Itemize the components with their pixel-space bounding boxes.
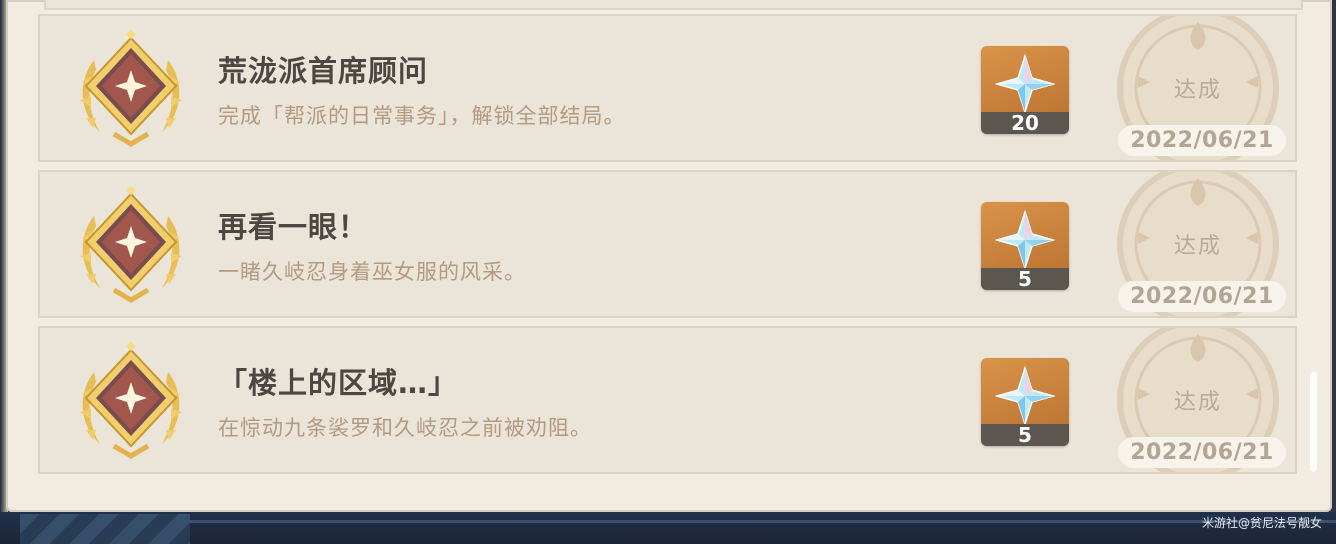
achievement-card[interactable]: 再看一眼！ 一睹久岐忍身着巫女服的风采。 5 达成 2022/06/21: [38, 170, 1297, 318]
status-label: 达成: [1173, 78, 1222, 103]
completion-date: 2022/06/21: [1118, 125, 1286, 156]
gold-laurel-medal-icon: [80, 342, 182, 459]
completion-date: 2022/06/21: [1118, 281, 1286, 312]
achievement-description: 一睹久岐忍身着巫女服的风采。: [218, 260, 526, 284]
achievement-card-partial: [44, 0, 1303, 10]
achievement-title: 「楼上的区域…」: [218, 366, 459, 400]
bottom-divider: [190, 520, 1336, 523]
bottom-decoration: [20, 514, 190, 544]
completion-date: 2022/06/21: [1118, 437, 1286, 468]
achievement-title: 荒泷派首席顾问: [218, 54, 429, 88]
status-label: 达成: [1173, 234, 1222, 259]
gold-laurel-medal-icon: [80, 30, 182, 147]
primogem-icon: [995, 54, 1055, 114]
watermark: 米游社@贫尼法号靓女: [1201, 516, 1322, 530]
status-label: 达成: [1173, 390, 1222, 415]
reward-item[interactable]: 20: [981, 46, 1069, 134]
reward-count: 5: [981, 424, 1069, 446]
achievement-description: 在惊动九条裟罗和久岐忍之前被劝阻。: [218, 416, 592, 440]
reward-count: 5: [981, 268, 1069, 290]
reward-item[interactable]: 5: [981, 358, 1069, 446]
reward-count: 20: [981, 112, 1069, 134]
achievement-title: 再看一眼！: [218, 210, 369, 244]
primogem-icon: [995, 210, 1055, 270]
achievement-card[interactable]: 荒泷派首席顾问 完成「帮派的日常事务」，解锁全部结局。 20 达成 2022/0…: [38, 14, 1297, 162]
achievement-card[interactable]: 「楼上的区域…」 在惊动九条裟罗和久岐忍之前被劝阻。 5 达成 2022/06/…: [38, 326, 1297, 474]
bottom-frame: [0, 512, 1336, 544]
primogem-icon: [995, 366, 1055, 426]
gold-laurel-medal-icon: [80, 186, 182, 303]
scrollbar-thumb[interactable]: [1310, 372, 1317, 472]
achievement-description: 完成「帮派的日常事务」，解锁全部结局。: [218, 104, 626, 128]
reward-item[interactable]: 5: [981, 202, 1069, 290]
